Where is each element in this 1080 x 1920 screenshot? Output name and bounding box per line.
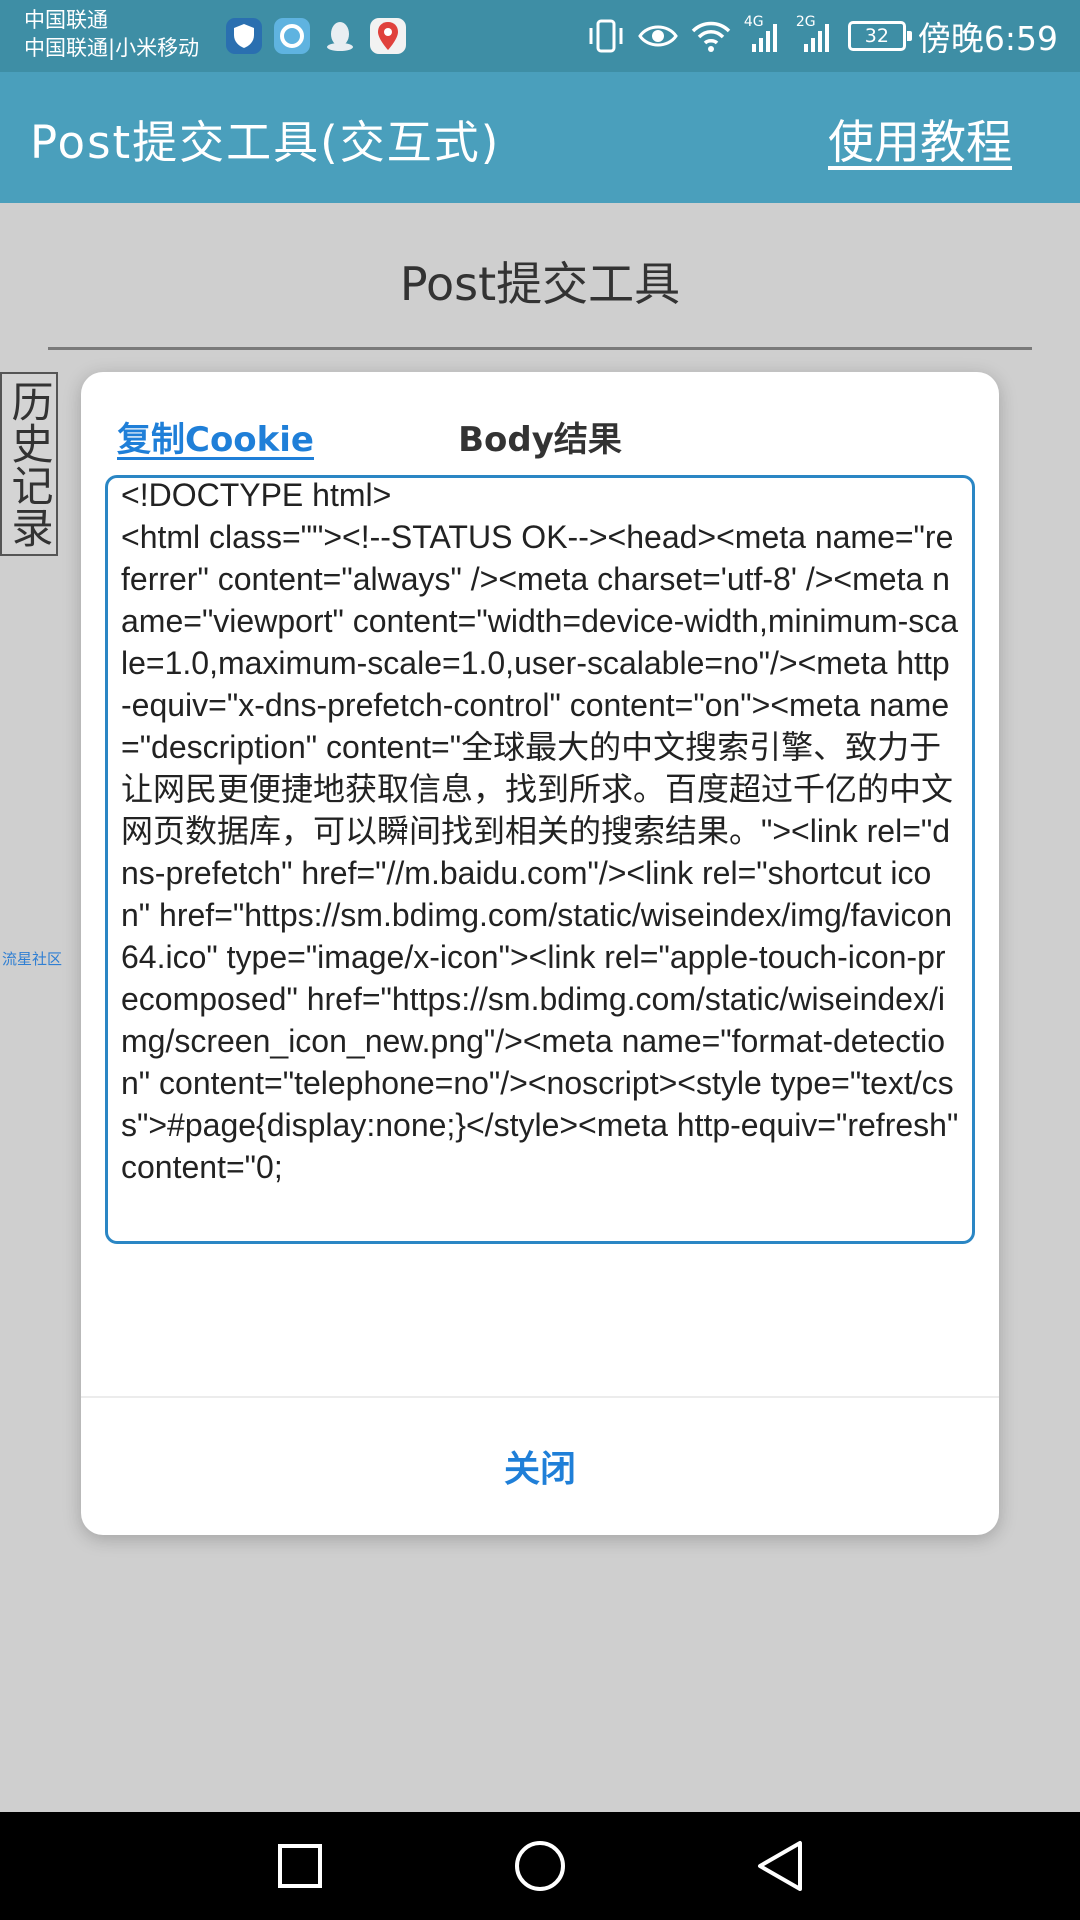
close-button[interactable]: 关闭 [81,1396,999,1535]
battery-level: 32 [864,25,889,47]
page-title: Post提交工具 [399,257,681,311]
wifi-icon [691,21,731,52]
signal-icon: 4G [744,14,784,54]
shield-icon [226,18,262,54]
status-bar: 中国联通 中国联通|小米移动 4G 2G 32 傍晚6:59 [0,0,1080,72]
body-result-textarea[interactable]: <!DOCTYPE html> <html class=""><!--STATU… [105,475,975,1244]
navigation-bar [0,1812,1080,1920]
help-tutorial-link[interactable]: 使用教程 [828,106,1012,172]
system-icons: 4G 2G 32 傍晚6:59 [586,14,1058,58]
carrier-line-1: 中国联通 [24,8,108,32]
vibrate-icon [589,19,623,53]
divider [48,347,1032,350]
map-pin-icon [370,18,406,54]
recents-square-icon[interactable] [272,1838,328,1894]
carrier-info: 中国联通 中国联通|小米移动 [24,6,199,62]
battery-icon: 32 [847,21,912,51]
eye-icon [638,25,678,47]
copy-cookie-button[interactable]: 复制Cookie [117,412,314,461]
body-result-text: <!DOCTYPE html> <html class=""><!--STATU… [121,477,959,1185]
history-label: 历史记录 [5,380,54,548]
body-result-dialog: Body结果 复制Cookie <!DOCTYPE html> <html cl… [81,372,999,1535]
app-bar: Post提交工具(交互式) 使用教程 [0,72,1080,203]
history-button[interactable]: 历史记录 [0,372,58,556]
back-triangle-icon[interactable] [752,1838,808,1894]
browser-icon [274,18,310,54]
clock: 傍晚6:59 [917,19,1058,58]
notification-icons [226,18,406,54]
app-title: Post提交工具(交互式) [30,116,501,169]
signal-icon: 2G [796,14,836,54]
qq-penguin-icon [322,18,358,54]
home-circle-icon[interactable] [512,1838,568,1894]
carrier-line-2: 中国联通|小米移动 [24,36,200,60]
community-link[interactable]: 流星社区 [2,948,62,969]
